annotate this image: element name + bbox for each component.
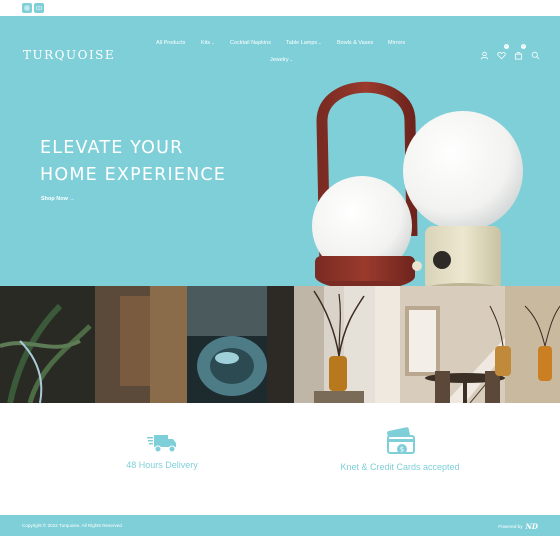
- top-bar: [0, 0, 560, 16]
- nav-item-table-lamps[interactable]: Table Lamps⌄: [286, 40, 322, 46]
- hero-title: ELEVATE YOUR HOME EXPERIENCE: [40, 135, 226, 189]
- feature-payment: $ Knet & Credit Cards accepted: [330, 427, 470, 472]
- chevron-down-icon: ⌄: [289, 57, 294, 62]
- site-logo[interactable]: TURQUOISE: [23, 48, 115, 62]
- shop-now-button[interactable]: Shop Now →: [41, 196, 75, 202]
- nav-item-all-products[interactable]: All Products: [156, 40, 185, 46]
- instagram-icon[interactable]: [22, 3, 32, 13]
- gallery-photo-interior[interactable]: [375, 286, 560, 403]
- powered-by[interactable]: Powered by ND: [498, 522, 538, 531]
- wishlist-count-badge: 0: [504, 44, 509, 49]
- hero-banner: TURQUOISE All Products Kits⌄ Cocktail Na…: [0, 16, 560, 286]
- youtube-icon[interactable]: [34, 3, 44, 13]
- delivery-truck-icon: [147, 435, 176, 453]
- svg-text:$: $: [400, 446, 404, 454]
- account-icon[interactable]: [480, 47, 489, 60]
- gallery-photo-vase-window[interactable]: [294, 286, 375, 403]
- nav-item-mirrors[interactable]: Mirrors: [388, 40, 405, 46]
- features-section: 48 Hours Delivery $ Knet & Credit Cards …: [0, 403, 560, 515]
- hero-lamps-image: [312, 81, 523, 286]
- gallery-photo-plants[interactable]: [0, 286, 187, 403]
- footer: Copyright © 2022 Turquoise. All Rights R…: [0, 515, 560, 536]
- arrow-right-icon: →: [69, 196, 75, 202]
- search-icon[interactable]: [531, 47, 540, 60]
- feature-label: 48 Hours Delivery: [126, 460, 198, 470]
- feature-delivery: 48 Hours Delivery: [112, 431, 212, 470]
- chevron-down-icon: ⌄: [211, 40, 215, 45]
- header-icons: 0 0: [480, 44, 540, 60]
- credit-card-icon: $: [387, 427, 415, 454]
- nav-item-bowls-vases[interactable]: Bowls & Vases: [337, 40, 373, 46]
- feature-label: Knet & Credit Cards accepted: [340, 462, 460, 472]
- nav-item-jewelry[interactable]: Jewelry⌄: [270, 57, 293, 63]
- nav-item-cocktail-napkins[interactable]: Cocktail Napkins: [230, 40, 271, 46]
- cart-count-badge: 0: [521, 44, 526, 49]
- nd-logo: ND: [525, 522, 538, 531]
- gallery-photo-glass[interactable]: [187, 286, 294, 403]
- chevron-down-icon: ⌄: [318, 40, 322, 45]
- wishlist-icon[interactable]: 0: [497, 44, 509, 60]
- powered-by-label: Powered by: [498, 524, 523, 529]
- cart-icon[interactable]: 0: [514, 44, 526, 60]
- hero-title-line-1: ELEVATE YOUR: [40, 138, 184, 158]
- nav-item-kits[interactable]: Kits⌄: [201, 40, 215, 46]
- hero-title-line-2: HOME EXPERIENCE: [40, 165, 227, 185]
- image-gallery: [0, 286, 560, 403]
- copyright-text: Copyright © 2022 Turquoise. All Rights R…: [22, 523, 122, 528]
